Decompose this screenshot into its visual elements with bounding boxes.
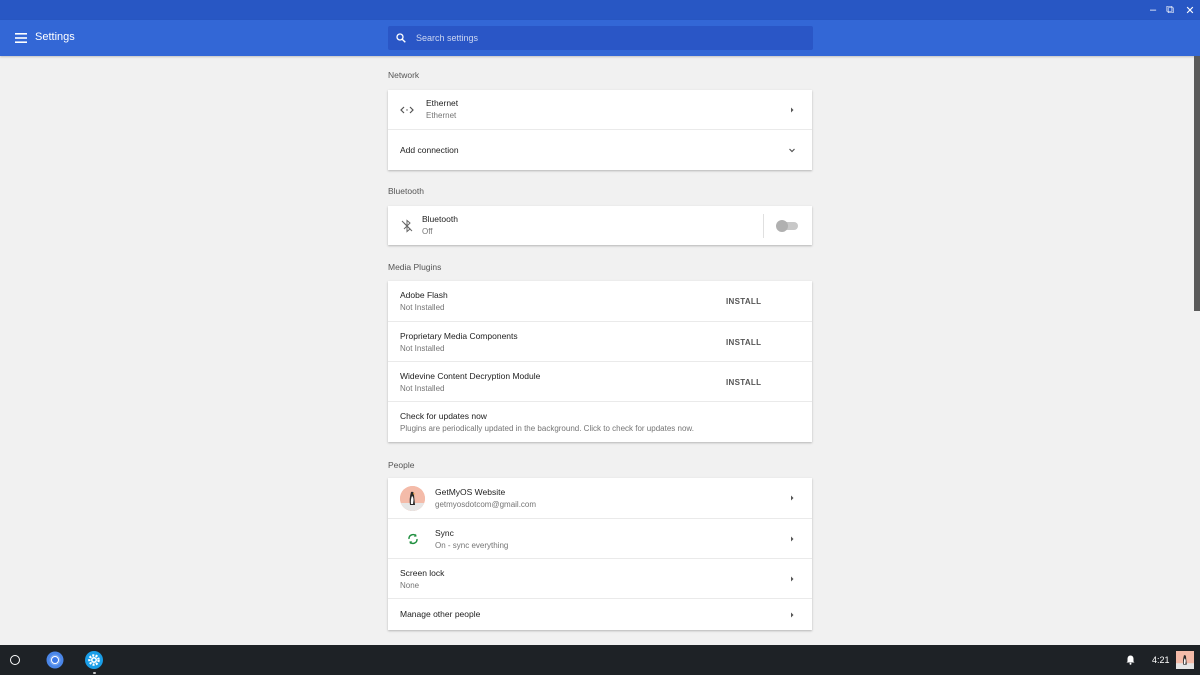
install-widevine-button[interactable]: INSTALL <box>726 378 761 387</box>
bluetooth-label: Bluetooth <box>422 214 458 224</box>
plugin-label: Proprietary Media Components <box>400 331 518 341</box>
chevron-down-icon <box>789 148 795 153</box>
chevron-right-icon <box>791 495 794 501</box>
plugin-status: Not Installed <box>400 384 445 393</box>
search-icon <box>396 33 406 43</box>
install-proprietary-media-button[interactable]: INSTALL <box>726 338 761 347</box>
chrome-browser-icon[interactable] <box>46 651 64 669</box>
ethernet-status: Ethernet <box>426 111 457 120</box>
launcher-button[interactable] <box>10 655 20 665</box>
section-title-bluetooth: Bluetooth <box>388 186 424 196</box>
people-card: GetMyOS Website getmyosdotcom@gmail.com … <box>388 478 812 630</box>
check-updates-row[interactable]: Check for updates now Plugins are period… <box>388 402 812 442</box>
manage-people-label: Manage other people <box>400 609 481 619</box>
install-adobe-flash-button[interactable]: INSTALL <box>726 297 761 306</box>
check-updates-description: Plugins are periodically updated in the … <box>400 424 694 433</box>
shelf: 4:21 <box>0 645 1200 675</box>
screen-lock-label: Screen lock <box>400 568 445 578</box>
account-name: GetMyOS Website <box>435 487 506 497</box>
add-connection-row[interactable]: Add connection <box>388 130 812 170</box>
settings-app-icon[interactable] <box>85 651 103 669</box>
sync-icon <box>408 533 418 545</box>
bluetooth-row[interactable]: Bluetooth Off <box>388 206 812 245</box>
plugin-row-widevine: Widevine Content Decryption Module Not I… <box>388 362 812 402</box>
sync-row[interactable]: Sync On - sync everything <box>388 519 812 559</box>
menu-button[interactable] <box>12 29 30 47</box>
plugin-row-proprietary-media: Proprietary Media Components Not Install… <box>388 322 812 362</box>
account-row[interactable]: GetMyOS Website getmyosdotcom@gmail.com <box>388 478 812 519</box>
chevron-right-icon <box>791 576 794 581</box>
settings-content: Network Ethernet Ethernet Add connection… <box>0 56 1200 645</box>
ethernet-row[interactable]: Ethernet Ethernet <box>388 90 812 130</box>
section-title-people: People <box>388 460 415 470</box>
running-indicator <box>93 672 96 674</box>
account-email: getmyosdotcom@gmail.com <box>435 500 537 509</box>
chrome-logo-icon <box>46 651 64 669</box>
penguin-avatar-icon <box>1176 651 1194 669</box>
add-connection-label: Add connection <box>400 145 459 155</box>
chevron-right-icon <box>791 107 794 112</box>
avatar <box>400 486 425 511</box>
bluetooth-card: Bluetooth Off <box>388 206 812 245</box>
plugin-label: Widevine Content Decryption Module <box>400 371 541 381</box>
plugin-status: Not Installed <box>400 303 445 312</box>
section-title-media-plugins: Media Plugins <box>388 262 442 272</box>
plugin-status: Not Installed <box>400 344 445 353</box>
search-box[interactable] <box>388 26 813 50</box>
system-clock[interactable]: 4:21 <box>1152 655 1170 665</box>
page-title: Settings <box>35 31 75 43</box>
section-title-network: Network <box>388 70 420 80</box>
minimize-button[interactable]: – <box>1145 2 1161 18</box>
media-plugins-card: Adobe Flash Not Installed INSTALL Propri… <box>388 281 812 442</box>
close-button[interactable]: ✕ <box>1182 2 1198 18</box>
ethernet-label: Ethernet <box>426 98 459 108</box>
status-tray-avatar[interactable] <box>1176 651 1194 669</box>
gear-icon <box>88 654 100 666</box>
window-titlebar: – ⧉ ✕ <box>0 0 1200 20</box>
screen-lock-status: None <box>400 581 420 590</box>
penguin-avatar-icon <box>400 486 425 511</box>
bell-icon[interactable] <box>1126 655 1135 665</box>
scrollbar[interactable] <box>1194 56 1200 311</box>
ethernet-icon <box>400 106 414 114</box>
restore-button[interactable]: ⧉ <box>1162 2 1178 18</box>
screen-lock-row[interactable]: Screen lock None <box>388 559 812 599</box>
chevron-right-icon <box>791 536 794 541</box>
divider <box>763 214 764 238</box>
app-header: Settings <box>0 20 1200 56</box>
hamburger-menu-icon <box>15 33 27 43</box>
search-input[interactable] <box>416 33 796 43</box>
bluetooth-toggle[interactable] <box>776 220 798 232</box>
bluetooth-status: Off <box>422 227 433 236</box>
sync-label: Sync <box>435 528 454 538</box>
plugin-label: Adobe Flash <box>400 290 448 300</box>
check-updates-label: Check for updates now <box>400 411 487 421</box>
network-card: Ethernet Ethernet Add connection <box>388 90 812 170</box>
plugin-row-adobe-flash: Adobe Flash Not Installed INSTALL <box>388 281 812 322</box>
sync-status: On - sync everything <box>435 541 509 550</box>
bluetooth-disabled-icon <box>401 219 413 233</box>
chevron-right-icon <box>791 612 794 617</box>
manage-people-row[interactable]: Manage other people <box>388 599 812 630</box>
